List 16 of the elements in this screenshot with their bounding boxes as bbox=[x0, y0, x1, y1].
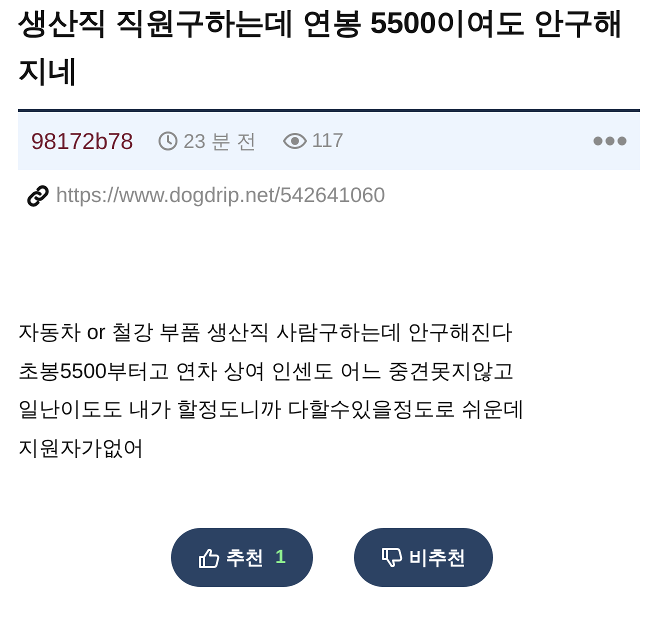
thumbs-down-icon bbox=[380, 546, 403, 568]
post-text-line: 초봉5500부터고 연차 상여 인센도 어느 중견못지않고 bbox=[18, 358, 515, 384]
post-text-line: 일난이도도 내가 할정도니까 다할수있을정도로 쉬운데 bbox=[18, 397, 526, 423]
dislike-button[interactable]: 비추천 bbox=[354, 528, 493, 587]
link-icon bbox=[26, 184, 50, 208]
eye-icon bbox=[282, 133, 307, 149]
post-time: 23 분 전 bbox=[183, 130, 257, 154]
view-count: 117 bbox=[312, 130, 344, 152]
thumbs-up-icon bbox=[198, 546, 220, 568]
more-icon[interactable] bbox=[593, 136, 627, 146]
post-text-line: 자동차 or 철강 부품 생산직 사람구하는데 안구해진다 bbox=[18, 320, 514, 346]
post-text-line: 지원자가없어 bbox=[18, 436, 145, 462]
like-button[interactable]: 추천 1 bbox=[171, 528, 313, 587]
author-name[interactable]: 98172b78 bbox=[31, 128, 134, 154]
clock-icon bbox=[158, 131, 178, 151]
post-title: 생산직 직원구하는데 연봉 5500이여도 안구해지네 bbox=[18, 6, 624, 90]
